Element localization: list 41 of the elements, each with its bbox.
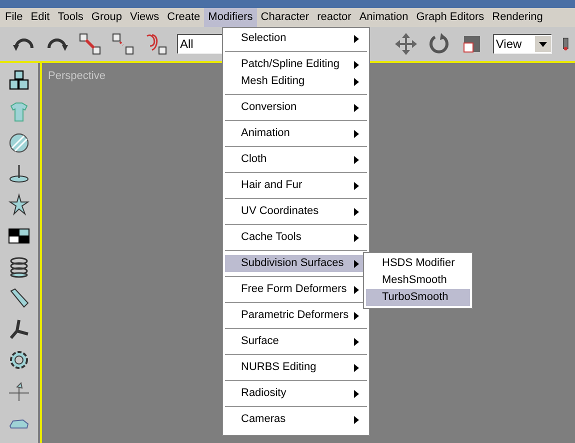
unlink-icon[interactable] — [111, 32, 135, 56]
menu-item[interactable]: Free Form Deformers — [225, 281, 367, 298]
menu-bar-item[interactable]: Animation — [355, 8, 412, 27]
menu-item[interactable]: Cameras — [225, 411, 367, 428]
menu-item[interactable]: Animation — [225, 125, 367, 142]
menu-bar-item[interactable]: Rendering — [488, 8, 547, 27]
menu-bar-item[interactable]: Modifiers — [204, 8, 257, 27]
menu-bar-item[interactable]: Create — [163, 8, 204, 27]
menu-item[interactable]: Conversion — [225, 99, 367, 116]
viewport-label: Perspective — [48, 70, 106, 82]
menu-item[interactable]: Surface — [225, 333, 367, 350]
menu-item[interactable]: Radiosity — [225, 385, 367, 402]
menu-item[interactable]: UV Coordinates — [225, 203, 367, 220]
gear-icon[interactable] — [7, 348, 31, 372]
menu-bar-item[interactable]: File — [1, 8, 27, 27]
menu-bar-item[interactable]: Edit — [26, 8, 54, 27]
menu-bar-item[interactable]: Group — [87, 8, 126, 27]
ball-icon[interactable] — [7, 131, 31, 155]
menu-item[interactable]: Parametric Deformers — [225, 307, 367, 324]
menu-bar-item[interactable]: Graph Editors — [412, 8, 488, 27]
menu-item[interactable]: Hair and Fur — [225, 177, 367, 194]
menu-bar-item[interactable]: Character — [256, 8, 314, 27]
menu-item[interactable]: Cloth — [225, 151, 367, 168]
menu-item[interactable]: Patch/Spline Editing — [225, 56, 367, 73]
menu-item[interactable]: NURBS Editing — [225, 359, 367, 376]
menu-bar-item[interactable]: Tools — [54, 8, 88, 27]
menu-item[interactable]: HSDS Modifier — [366, 255, 470, 272]
star-figure-icon[interactable] — [7, 193, 31, 217]
rotate-icon[interactable] — [426, 32, 451, 56]
menu-item[interactable]: Mesh Editing — [225, 73, 367, 90]
reference-coordinate-dropdown[interactable]: View — [492, 34, 552, 54]
hinge-icon[interactable] — [7, 317, 31, 341]
menu-item[interactable]: Cache Tools — [225, 229, 367, 246]
menu-bar-item[interactable]: reactor — [313, 8, 356, 27]
menu-item[interactable]: TurboSmooth — [366, 289, 470, 306]
weathervane-icon[interactable] — [7, 379, 31, 403]
menu-bar-item[interactable]: Views — [126, 8, 164, 27]
move-icon[interactable] — [394, 32, 418, 56]
link-icon[interactable] — [78, 32, 102, 56]
bind-icon[interactable] — [144, 32, 168, 56]
menu-item[interactable]: MeshSmooth — [366, 272, 470, 289]
